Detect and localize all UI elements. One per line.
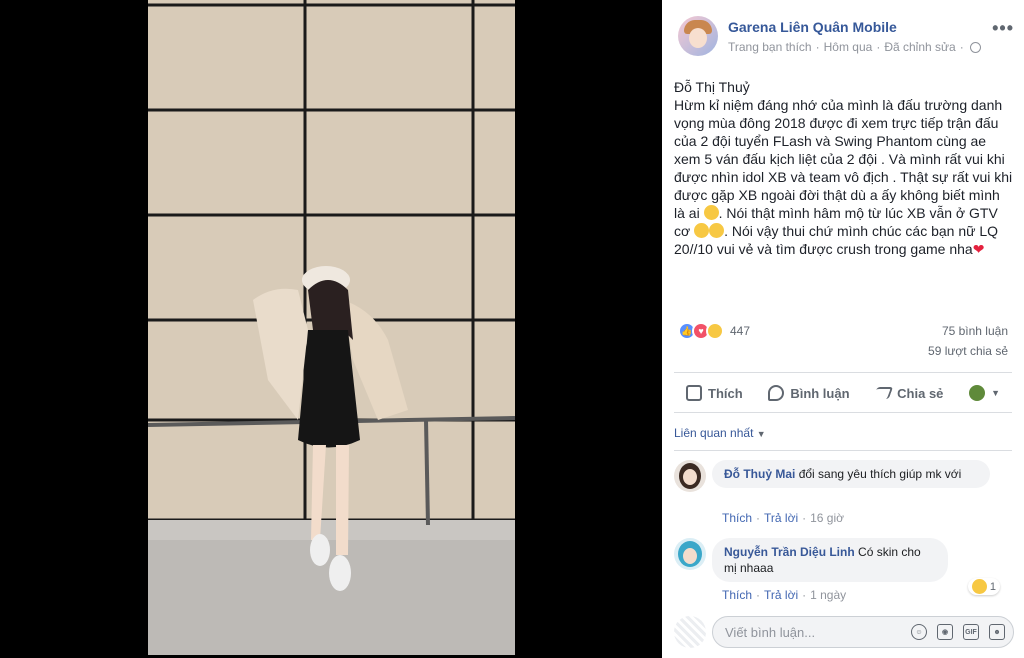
commenter-avatar[interactable] [674, 460, 706, 492]
post-header: Garena Liên Quân Mobile Trang bạn thích … [678, 16, 1014, 60]
like-button[interactable]: Thích [686, 385, 743, 401]
comment-reaction-count: 1 [989, 580, 996, 593]
comment-actions: Thích · Trả lời · 1 ngày [722, 588, 847, 602]
more-options-icon[interactable]: ••• [992, 18, 1014, 39]
haha-reaction-icon [971, 579, 987, 594]
page-avatar[interactable] [678, 16, 718, 56]
comment-sort-label: Liên quan nhất [674, 426, 754, 440]
comment-reply-link[interactable]: Trả lời [764, 588, 798, 602]
haha-reaction-icon [706, 322, 724, 340]
comment-time[interactable]: 1 ngày [810, 588, 846, 602]
comment-button-label: Bình luận [790, 385, 850, 401]
comment-like-link[interactable]: Thích [722, 511, 752, 525]
comment-time[interactable]: 16 giờ [810, 511, 844, 525]
comment-input-placeholder: Viết bình luận... [725, 625, 816, 640]
composer-icons: ☺ ◉ GIF ☻ [911, 624, 1005, 640]
page-name-link[interactable]: Garena Liên Quân Mobile [728, 19, 897, 35]
comment-button[interactable]: Bình luận [768, 385, 850, 401]
photo-illustration [148, 0, 515, 655]
share-button[interactable]: Chia sẻ [872, 385, 944, 401]
comment-bubble: Đỗ Thuỷ Mai đổi sang yêu thích giúp mk v… [712, 460, 990, 488]
like-button-label: Thích [708, 385, 743, 401]
comment-item: Nguyễn Trần Diệu Linh Có skin cho mị nha… [674, 538, 1014, 608]
sticker-icon[interactable]: ☻ [989, 624, 1005, 640]
post-side-panel: Garena Liên Quân Mobile Trang bạn thích … [662, 0, 1024, 658]
comment-bubble: Nguyễn Trần Diệu Linh Có skin cho mị nha… [712, 538, 948, 582]
comment-author-link[interactable]: Đỗ Thuỷ Mai [724, 467, 795, 481]
comment-actions: Thích · Trả lời · 16 giờ [722, 511, 844, 525]
commenter-avatar[interactable] [674, 538, 706, 570]
photo-viewer-stage [0, 0, 662, 658]
profile-picture-icon [969, 385, 986, 401]
comment-bubble-icon [768, 385, 785, 401]
laughing-emoji-icon [703, 205, 719, 220]
post-message: Đỗ Thị Thuỷ Hừm kỉ niệm đáng nhớ của mìn… [674, 78, 1014, 258]
user-avatar [674, 616, 706, 648]
share-count-link[interactable]: 59 lượt chia sẻ [928, 344, 1008, 358]
comment-sort-dropdown[interactable]: Liên quan nhất ▼ [674, 426, 766, 440]
post-photo[interactable] [148, 0, 515, 655]
comment-composer: Viết bình luận... ☺ ◉ GIF ☻ [674, 616, 1014, 648]
post-meta: Trang bạn thích · Hôm qua · Đã chỉnh sửa… [728, 40, 981, 54]
comment-input[interactable]: Viết bình luận... ☺ ◉ GIF ☻ [712, 616, 1014, 648]
divider [674, 372, 1012, 373]
comment-text: đổi sang yêu thích giúp mk với [798, 467, 962, 481]
reaction-summary[interactable]: 👍 ♥ 447 [678, 322, 750, 340]
laughing-emoji-icon [694, 223, 710, 238]
thumbs-up-icon [686, 385, 702, 401]
audience-selector[interactable]: ▼ [969, 385, 1000, 401]
heart-emoji-icon: ❤ [972, 241, 985, 257]
laughing-emoji-icon [709, 223, 725, 238]
globe-icon [969, 41, 981, 53]
post-stats: 👍 ♥ 447 75 bình luận 59 lượt chia sẻ [678, 322, 1008, 362]
comment-reaction-badge[interactable]: 1 [967, 578, 1000, 595]
share-arrow-icon [872, 387, 894, 399]
reaction-count: 447 [730, 324, 751, 338]
comment-author-link[interactable]: Nguyễn Trần Diệu Linh [724, 545, 855, 559]
post-message-part3: . Nói vậy thui chứ mình chúc các bạn nữ … [674, 223, 1002, 257]
share-button-label: Chia sẻ [897, 385, 944, 401]
comment-item: Đỗ Thuỷ Mai đổi sang yêu thích giúp mk v… [674, 460, 1014, 530]
comment-like-link[interactable]: Thích [722, 588, 752, 602]
comment-count-link[interactable]: 75 bình luận [942, 324, 1008, 338]
chevron-down-icon: ▼ [991, 388, 1000, 398]
post-timestamp[interactable]: Hôm qua [824, 40, 873, 54]
camera-icon[interactable]: ◉ [937, 624, 953, 640]
divider [674, 412, 1012, 413]
meta-liked-page: Trang bạn thích [728, 40, 812, 54]
divider [674, 450, 1012, 451]
gif-icon[interactable]: GIF [963, 624, 979, 640]
post-message-part1: Đỗ Thị Thuỷ Hừm kỉ niệm đáng nhớ của mìn… [674, 79, 1013, 221]
edited-label[interactable]: Đã chỉnh sửa [884, 40, 955, 54]
post-actions: Thích Bình luận Chia sẻ ▼ [674, 376, 1012, 410]
comment-reply-link[interactable]: Trả lời [764, 511, 798, 525]
chevron-down-icon: ▼ [756, 429, 766, 439]
emoji-icon[interactable]: ☺ [911, 624, 927, 640]
